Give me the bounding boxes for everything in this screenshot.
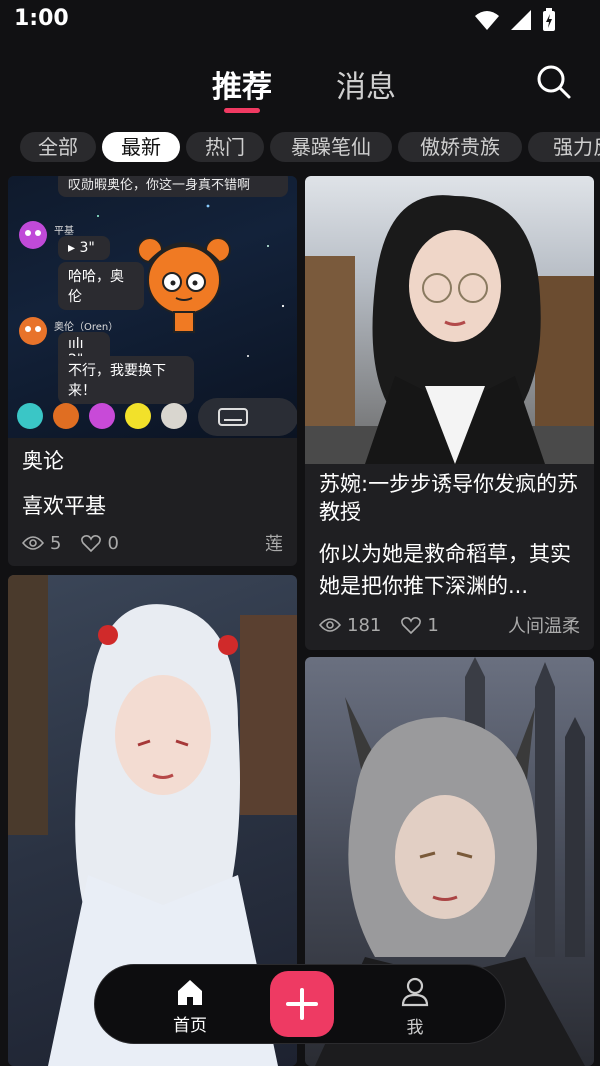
nav-home[interactable]: 首页 (167, 977, 213, 1036)
card-meta: 181 1 人间温柔 (319, 612, 580, 638)
chip-tsundere-noble[interactable]: 傲娇贵族 (398, 132, 522, 162)
chip-strong[interactable]: 强力反 (528, 132, 600, 162)
keyboard-input-button (198, 398, 297, 436)
card-su-wan[interactable]: 苏婉:一步步诱导你发疯的苏教授 你以为她是救命稻草，其实她是把你推下深渊的...… (305, 176, 594, 650)
view-count: 181 (347, 614, 382, 636)
chip-all[interactable]: 全部 (20, 132, 96, 162)
card-author: 莲 (265, 534, 283, 555)
keyboard-icon (218, 408, 248, 426)
nav-profile-label: 我 (406, 1018, 424, 1038)
status-icons (474, 8, 556, 32)
voice-message: ▸ 3" (58, 236, 110, 260)
top-header: 推荐 消息 (0, 50, 600, 120)
tab-recommend[interactable]: 推荐 (212, 62, 272, 106)
like-count: 0 (107, 532, 119, 554)
avatar (19, 317, 47, 345)
eye-icon (22, 536, 44, 550)
card-title: 苏婉:一步步诱导你发疯的苏教授 (319, 472, 579, 524)
avatar (17, 403, 43, 429)
likes: 1 (401, 614, 439, 636)
card-aolun[interactable]: 叹勋暇奥伦，你这一身真不错啊 平基 ▸ 3" 哈哈，奥伦 奥伦（Oren） ıı… (8, 176, 297, 566)
tab-messages[interactable]: 消息 (336, 62, 396, 106)
category-chips: 全部 最新 热门 暴躁笔仙 傲娇贵族 强力反 (0, 132, 600, 164)
chip-hot[interactable]: 热门 (186, 132, 264, 162)
chat-user1-text: 哈哈，奥伦 (58, 262, 144, 310)
active-tab-indicator (224, 108, 260, 113)
heart-icon[interactable] (401, 616, 422, 634)
nav-home-label: 首页 (173, 1016, 207, 1036)
heart-icon[interactable] (81, 534, 102, 552)
card-image (305, 176, 594, 464)
signal-icon (511, 10, 531, 30)
like-count: 1 (427, 614, 439, 636)
view-count: 5 (50, 532, 62, 554)
card-description: 喜欢平基 (22, 494, 106, 518)
search-icon[interactable] (534, 62, 574, 102)
home-icon (178, 980, 202, 1005)
create-button[interactable] (270, 971, 334, 1037)
chip-grumpy-pen-spirit[interactable]: 暴躁笔仙 (270, 132, 392, 162)
views: 181 (319, 615, 381, 636)
chat-user1-name: 平基 (54, 226, 74, 237)
avatar (19, 221, 47, 249)
card-description: 你以为她是救命稻草，其实她是把你推下深渊的... (319, 542, 571, 598)
avatar (89, 403, 115, 429)
chat-user2-text: 不行，我要换下来！ (58, 356, 194, 404)
chip-latest[interactable]: 最新 (102, 132, 180, 162)
portrait-illustration (305, 195, 594, 464)
card-image: 叹勋暇奥伦，你这一身真不错啊 平基 ▸ 3" 哈哈，奥伦 奥伦（Oren） ıı… (8, 176, 297, 438)
character-avatar-row (16, 402, 188, 430)
status-time: 1:00 (14, 6, 69, 31)
card-title: 奥论 (22, 449, 64, 473)
card-meta: 5 0 莲 (22, 530, 283, 556)
avatar (125, 403, 151, 429)
person-icon (401, 977, 429, 1007)
avatar (161, 403, 187, 429)
nav-profile[interactable]: 我 (395, 977, 435, 1038)
plus-icon (286, 988, 318, 1020)
avatar (53, 403, 79, 429)
mascot-sticker (137, 237, 231, 333)
chat-top-message: 叹勋暇奥伦，你这一身真不错啊 (58, 176, 288, 197)
status-bar: 1:00 (0, 0, 600, 44)
card-author: 人间温柔 (508, 616, 580, 637)
eye-icon (319, 618, 341, 632)
bottom-navigation: 首页 我 (94, 964, 506, 1044)
wifi-icon (475, 11, 499, 30)
views: 5 (22, 533, 61, 554)
chat-user2-name: 奥伦（Oren） (54, 322, 119, 333)
likes: 0 (81, 532, 119, 554)
battery-icon (543, 8, 555, 31)
